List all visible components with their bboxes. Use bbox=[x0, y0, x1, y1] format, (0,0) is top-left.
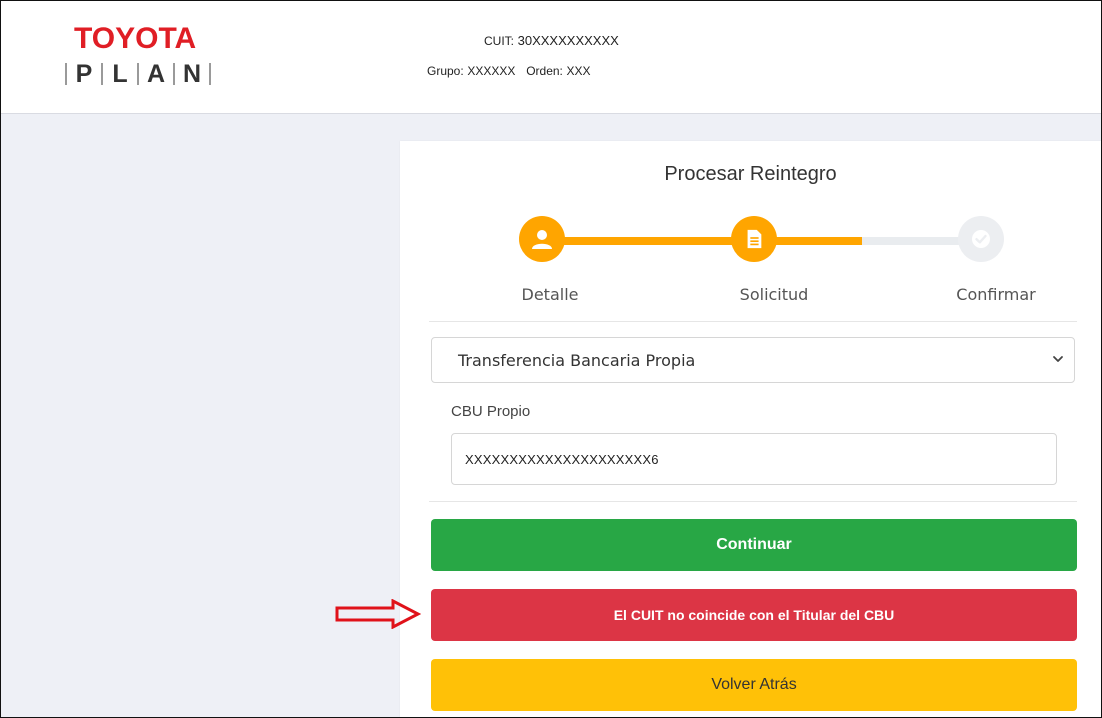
cuit-mismatch-error-button[interactable]: El CUIT no coincide con el Titular del C… bbox=[431, 589, 1077, 641]
step-label-solicitud: Solicitud bbox=[739, 285, 809, 304]
orden-value: XXX bbox=[566, 64, 591, 78]
reintegro-card: Procesar Reintegro Detalle Solicitud Con… bbox=[400, 141, 1101, 717]
cbu-label: CBU Propio bbox=[451, 403, 531, 420]
plan-letter-n: N bbox=[183, 60, 202, 88]
grupo-value: XXXXXX bbox=[467, 64, 516, 78]
step-solicitud bbox=[731, 216, 777, 262]
plan-logo: P L A N bbox=[57, 61, 219, 87]
orden-label: Orden: bbox=[526, 64, 563, 78]
continue-button[interactable]: Continuar bbox=[431, 519, 1077, 571]
stepper-line-complete bbox=[542, 237, 754, 245]
plan-letter-a: A bbox=[147, 60, 166, 88]
group-order-info: Grupo: XXXXXX Orden: XXX bbox=[427, 63, 591, 78]
back-button[interactable]: Volver Atrás bbox=[431, 659, 1077, 711]
cbu-input[interactable]: XXXXXXXXXXXXXXXXXXXXX6 bbox=[451, 433, 1057, 485]
app-frame: TOYOTA P L A N CUIT: 30XXXXXXXXXX Grupo:… bbox=[0, 0, 1102, 718]
page-title: Procesar Reintegro bbox=[664, 163, 837, 185]
logo-divider bbox=[137, 63, 139, 85]
cuit-value: 30XXXXXXXXXX bbox=[517, 33, 619, 48]
user-icon bbox=[532, 230, 552, 249]
check-icon bbox=[972, 230, 990, 248]
payment-method-select[interactable]: Transferencia Bancaria Propia bbox=[431, 337, 1075, 383]
header: TOYOTA P L A N CUIT: 30XXXXXXXXXX Grupo:… bbox=[1, 1, 1101, 114]
step-detalle bbox=[519, 216, 565, 262]
plan-letter-l: L bbox=[112, 60, 128, 88]
plan-letter-p: P bbox=[75, 60, 93, 88]
cuit-label: CUIT: bbox=[484, 34, 514, 48]
logo-divider bbox=[209, 63, 211, 85]
payment-method-value: Transferencia Bancaria Propia bbox=[458, 350, 696, 370]
annotation-arrow-icon bbox=[335, 599, 421, 629]
cuit-info: CUIT: 30XXXXXXXXXX bbox=[484, 33, 619, 48]
toyota-logo-text: TOYOTA bbox=[74, 22, 197, 55]
step-confirmar bbox=[958, 216, 1004, 262]
step-label-detalle: Detalle bbox=[521, 285, 579, 304]
chevron-down-icon bbox=[1053, 356, 1063, 362]
document-icon bbox=[747, 229, 762, 249]
logo-divider bbox=[173, 63, 175, 85]
cbu-value: XXXXXXXXXXXXXXXXXXXXX6 bbox=[465, 451, 659, 467]
grupo-label: Grupo: bbox=[427, 64, 464, 78]
logo-divider bbox=[101, 63, 103, 85]
step-label-confirmar: Confirmar bbox=[956, 285, 1036, 304]
divider bbox=[429, 501, 1077, 502]
divider bbox=[429, 321, 1077, 322]
logo-divider bbox=[65, 63, 67, 85]
